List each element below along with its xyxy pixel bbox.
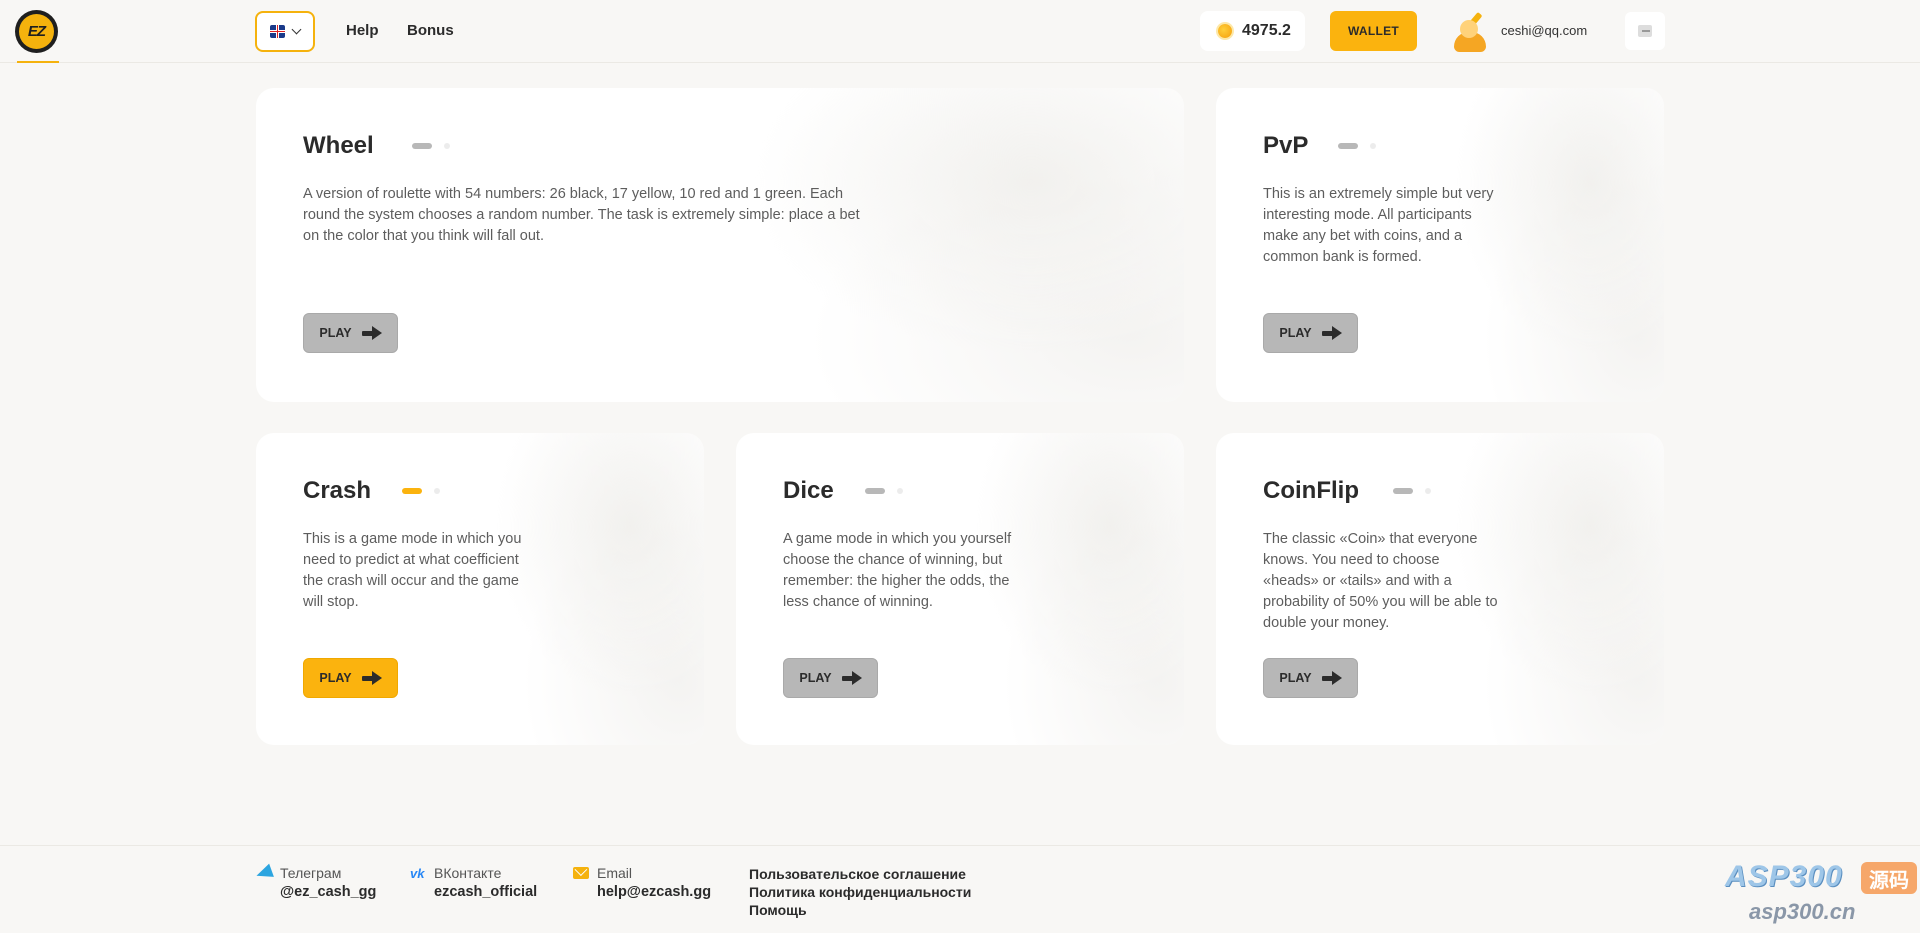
footer-link-user-agreement[interactable]: Пользовательское соглашение	[749, 865, 971, 883]
card-indicator	[412, 143, 432, 149]
user-email[interactable]: ceshi@qq.com	[1501, 23, 1587, 38]
top-header: EZ Help Bonus 4975.2 WALLET ceshi@qq.com	[0, 0, 1920, 63]
logout-button[interactable]	[1625, 12, 1665, 50]
card-indicator-dot	[897, 488, 903, 494]
contact-label: Email	[597, 865, 633, 881]
contact-value[interactable]: ezcash_official	[434, 884, 537, 900]
card-indicator-dot	[1425, 488, 1431, 494]
arrow-right-icon	[1321, 326, 1342, 340]
card-indicator-dot	[444, 143, 450, 149]
play-label: PLAY	[319, 326, 352, 340]
play-label: PLAY	[1279, 671, 1312, 685]
play-wheel-button[interactable]: PLAY	[303, 313, 398, 353]
contact-email[interactable]: Email help@ezcash.gg	[573, 865, 711, 900]
uk-flag-icon	[270, 25, 285, 38]
logout-icon	[1638, 25, 1652, 37]
wallet-button[interactable]: WALLET	[1330, 11, 1417, 51]
logo-mark: EZ	[19, 14, 54, 49]
footer-link-privacy-policy[interactable]: Политика конфиденциальности	[749, 883, 971, 901]
card-description: A version of roulette with 54 numbers: 2…	[303, 186, 860, 244]
coin-icon	[1218, 24, 1232, 38]
mail-icon	[573, 867, 589, 879]
play-crash-button[interactable]: PLAY	[303, 658, 398, 698]
active-indicator	[17, 61, 59, 63]
contact-value[interactable]: @ez_cash_gg	[280, 884, 376, 900]
card-title: PvP	[1263, 132, 1309, 159]
chevron-down-icon	[291, 24, 302, 35]
game-card-coinflip: CoinFlip The classic «Coin» that everyon…	[1216, 433, 1664, 745]
game-card-pvp: PvP This is an extremely simple but very…	[1216, 88, 1664, 402]
card-indicator-dot	[1370, 143, 1376, 149]
watermark-badge: 源码	[1861, 862, 1917, 894]
watermark: ASP300 源码 asp300.cn	[1725, 856, 1920, 933]
watermark-url: asp300.cn	[1749, 899, 1856, 924]
card-indicator	[865, 488, 885, 494]
play-label: PLAY	[319, 671, 352, 685]
watermark-logo: ASP300	[1725, 860, 1843, 893]
footer-link-help[interactable]: Помощь	[749, 901, 971, 919]
vk-icon: vk	[410, 865, 425, 881]
contact-value[interactable]: help@ezcash.gg	[597, 884, 711, 900]
card-indicator-active	[402, 488, 422, 494]
game-card-wheel: Wheel A version of roulette with 54 numb…	[256, 88, 1184, 402]
avatar[interactable]	[1450, 10, 1488, 52]
footer: Телеграм @ez_cash_gg vk ВКонтакте ezcash_…	[0, 845, 1920, 933]
card-title: Crash	[303, 477, 372, 504]
arrow-right-icon	[841, 671, 862, 685]
play-label: PLAY	[799, 671, 832, 685]
card-title: CoinFlip	[1263, 477, 1359, 504]
footer-links: Пользовательское соглашение Политика кон…	[749, 865, 971, 919]
card-description: The classic «Coin» that everyone knows. …	[1263, 531, 1498, 631]
card-indicator	[1393, 488, 1413, 494]
play-label: PLAY	[1279, 326, 1312, 340]
game-card-crash: Crash This is a game mode in which you n…	[256, 433, 704, 745]
game-card-dice: Dice A game mode in which you yourself c…	[736, 433, 1184, 745]
contact-label: Телеграм	[280, 865, 342, 881]
logo-icon[interactable]: EZ	[15, 10, 58, 53]
card-indicator-dot	[434, 488, 440, 494]
contact-label: ВКонтакте	[434, 865, 502, 881]
play-dice-button[interactable]: PLAY	[783, 658, 878, 698]
nav-help-link[interactable]: Help	[346, 22, 379, 39]
arrow-right-icon	[361, 671, 382, 685]
card-indicator	[1338, 143, 1358, 149]
balance-display: 4975.2	[1200, 11, 1305, 51]
contact-vk[interactable]: vk ВКонтакте ezcash_official	[410, 865, 537, 900]
card-description: A game mode in which you yourself choose…	[783, 531, 1012, 610]
contact-telegram[interactable]: Телеграм @ez_cash_gg	[256, 865, 376, 900]
language-selector[interactable]	[255, 11, 315, 52]
card-title: Wheel	[303, 132, 374, 159]
play-pvp-button[interactable]: PLAY	[1263, 313, 1358, 353]
arrow-right-icon	[1321, 671, 1342, 685]
card-description: This is an extremely simple but very int…	[1263, 186, 1494, 265]
card-title: Dice	[783, 477, 834, 504]
arrow-right-icon	[361, 326, 382, 340]
balance-value: 4975.2	[1242, 22, 1291, 39]
telegram-icon	[256, 866, 272, 880]
play-coinflip-button[interactable]: PLAY	[1263, 658, 1358, 698]
card-description: This is a game mode in which you need to…	[303, 531, 522, 610]
nav-bonus-link[interactable]: Bonus	[407, 22, 454, 39]
